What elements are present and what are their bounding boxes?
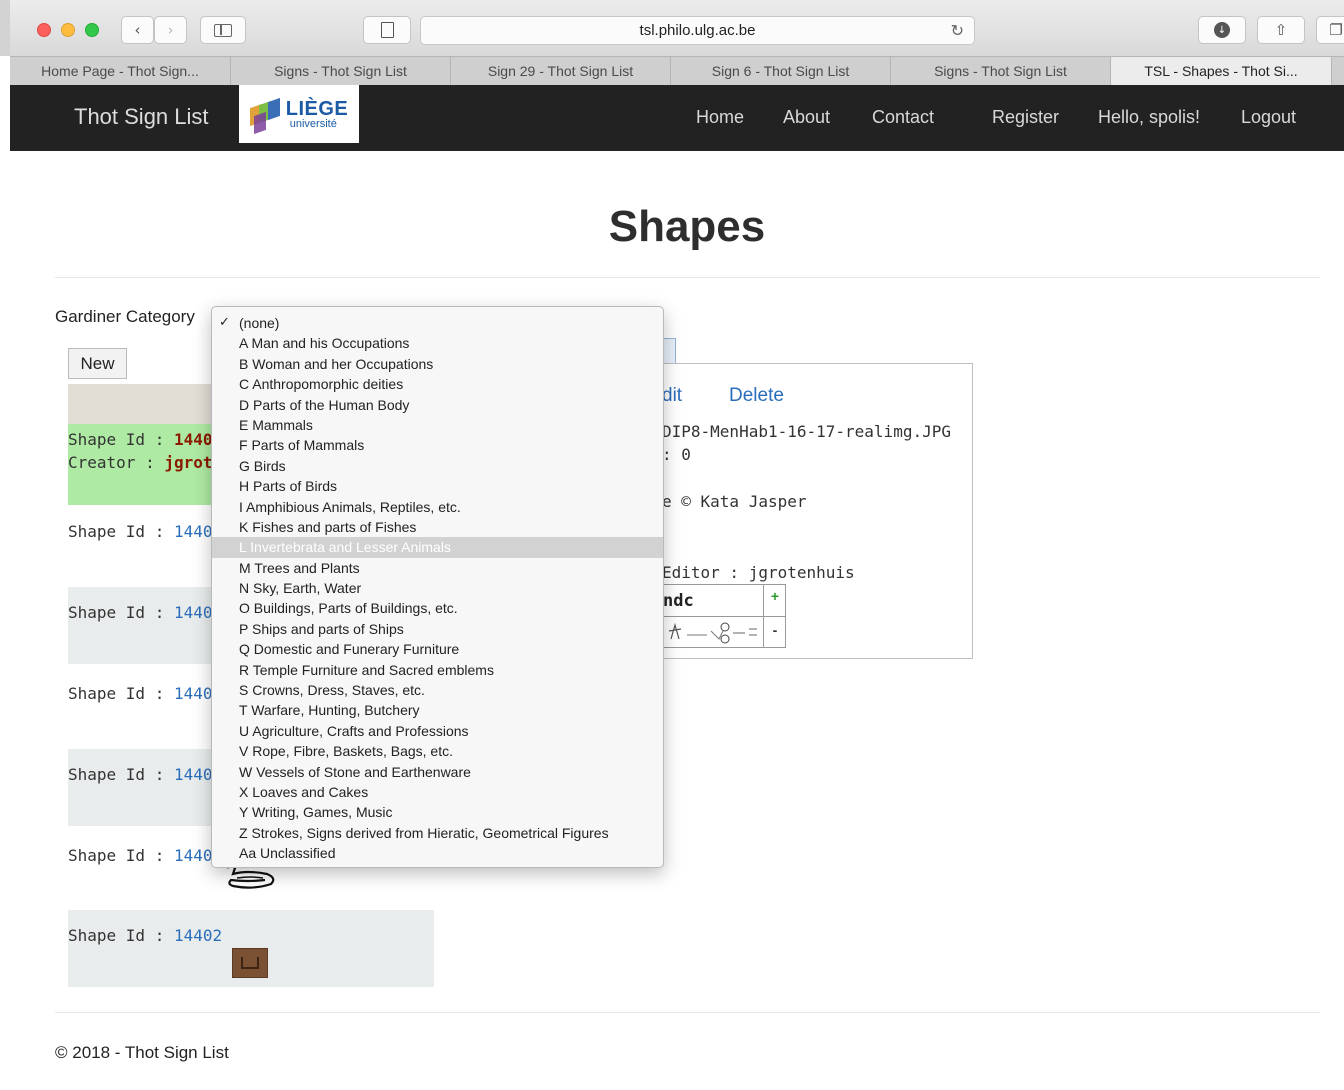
codes-table: ndc + - (662, 584, 786, 648)
dropdown-option[interactable]: U Agriculture, Crafts and Professions (212, 721, 663, 741)
browser-titlebar: ‹ › tsl.philo.ulg.ac.be ↻ ↓ ⇧ ❐ (0, 0, 1344, 56)
tab-signs[interactable]: Signs - Thot Sign List (231, 57, 451, 85)
image-filename: DIP8-MenHab1-16-17-realimg.JPG (662, 422, 951, 441)
code-glyphs (663, 617, 764, 648)
nav-contact[interactable]: Contact (872, 107, 934, 128)
detail-tab[interactable] (662, 338, 676, 364)
tab-signs-2[interactable]: Signs - Thot Sign List (891, 57, 1111, 85)
delete-link[interactable]: Delete (729, 385, 784, 407)
logo-subtitle: université (289, 117, 337, 130)
forward-button[interactable]: › (154, 16, 187, 44)
dropdown-option[interactable]: G Birds (212, 456, 663, 476)
dropdown-option[interactable]: K Fishes and parts of Fishes (212, 517, 663, 537)
dropdown-option[interactable]: E Mammals (212, 415, 663, 435)
nav-greeting[interactable]: Hello, spolis! (1098, 107, 1200, 128)
shape-list-item[interactable]: Shape Id : 14402 (68, 910, 434, 987)
editor-text: Editor : jgrotenhuis (662, 563, 855, 582)
checkmark-icon: ✓ (219, 315, 230, 330)
new-shape-button[interactable]: New (68, 348, 127, 379)
dropdown-option-highlighted[interactable]: L Invertebrata and Lesser Animals (212, 537, 663, 558)
dropdown-option[interactable]: N Sky, Earth, Water (212, 578, 663, 598)
nav-about[interactable]: About (783, 107, 830, 128)
dropdown-option[interactable]: ✓ (none) (212, 313, 663, 333)
dropdown-option[interactable]: Z Strokes, Signs derived from Hieratic, … (212, 823, 663, 843)
codes-table-header: ndc (663, 585, 764, 617)
chevron-right-icon: › (167, 21, 174, 39)
dropdown-option[interactable]: T Warfare, Hunting, Butchery (212, 700, 663, 720)
dropdown-option[interactable]: C Anthropomorphic deities (212, 374, 663, 394)
gardiner-category-dropdown[interactable]: ✓ (none) A Man and his Occupations B Woma… (211, 306, 664, 868)
dropdown-option[interactable]: A Man and his Occupations (212, 333, 663, 353)
tab-bar: Home Page - Thot Sign... Signs - Thot Si… (10, 56, 1344, 85)
tabs-icon: ❐ (1329, 21, 1343, 39)
nav-home[interactable]: Home (696, 107, 744, 128)
gardiner-category-label: Gardiner Category (55, 307, 195, 326)
dropdown-option[interactable]: D Parts of the Human Body (212, 395, 663, 415)
dropdown-option[interactable]: W Vessels of Stone and Earthenware (212, 762, 663, 782)
chevron-left-icon: ‹ (134, 21, 141, 39)
downloads-button[interactable]: ↓ (1198, 16, 1246, 44)
edit-link[interactable]: dit (662, 385, 682, 407)
dropdown-option[interactable]: F Parts of Mammals (212, 435, 663, 455)
detail-value: : 0 (662, 445, 691, 464)
tab-sign-29[interactable]: Sign 29 - Thot Sign List (451, 57, 671, 85)
tabs-overview-button[interactable]: ❐ (1316, 16, 1344, 44)
dropdown-option[interactable]: X Loaves and Cakes (212, 782, 663, 802)
footer-divider (55, 1012, 1320, 1013)
reader-button[interactable] (363, 16, 411, 44)
tab-shapes-active[interactable]: TSL - Shapes - Thot Si... (1111, 57, 1332, 85)
page-icon (380, 22, 394, 38)
dropdown-option[interactable]: B Woman and her Occupations (212, 354, 663, 374)
selected-shape-id: Shape Id : 14408 (68, 430, 223, 449)
dropdown-option[interactable]: Y Writing, Games, Music (212, 802, 663, 822)
nav-register[interactable]: Register (992, 107, 1059, 128)
sidebar-toggle-button[interactable] (200, 16, 246, 44)
hieroglyph-sequence-image (668, 622, 757, 644)
page-title: Shapes (608, 202, 766, 251)
sidebar-icon (214, 23, 232, 37)
logo-title: LIÈGE (285, 97, 349, 120)
minimize-window-button[interactable] (61, 23, 75, 37)
dropdown-option[interactable]: R Temple Furniture and Sacred emblems (212, 660, 663, 680)
share-button[interactable]: ⇧ (1257, 16, 1305, 44)
dropdown-option[interactable]: Aa Unclassified (212, 843, 663, 863)
dropdown-option[interactable]: S Crowns, Dress, Staves, etc. (212, 680, 663, 700)
back-button[interactable]: ‹ (121, 16, 154, 44)
tab-overflow[interactable] (1332, 57, 1344, 85)
tab-sign-6[interactable]: Sign 6 - Thot Sign List (671, 57, 891, 85)
dropdown-option[interactable]: P Ships and parts of Ships (212, 619, 663, 639)
footer-copyright: © 2018 - Thot Sign List (55, 1043, 229, 1062)
dropdown-option[interactable]: O Buildings, Parts of Buildings, etc. (212, 598, 663, 618)
close-window-button[interactable] (37, 23, 51, 37)
dropdown-option[interactable]: I Amphibious Animals, Reptiles, etc. (212, 497, 663, 517)
dropdown-option[interactable]: H Parts of Birds (212, 476, 663, 496)
shape-photo-thumbnail[interactable] (232, 948, 268, 978)
address-bar[interactable]: tsl.philo.ulg.ac.be ↻ (420, 16, 975, 45)
add-code-button[interactable]: + (764, 585, 786, 617)
brand-link[interactable]: Thot Sign List (74, 104, 209, 130)
web-page: Thot Sign List LIÈGE université Home Abo… (10, 85, 1344, 1090)
copyright-text: e © Kata Jasper (662, 492, 807, 511)
download-icon: ↓ (1214, 22, 1230, 38)
url-text: tsl.philo.ulg.ac.be (639, 22, 756, 39)
dropdown-option[interactable]: M Trees and Plants (212, 558, 663, 578)
shape-id-link[interactable]: 14402 (174, 926, 222, 945)
dropdown-option[interactable]: Q Domestic and Funerary Furniture (212, 639, 663, 659)
navbar: Thot Sign List LIÈGE université Home Abo… (10, 85, 1344, 151)
zoom-window-button[interactable] (85, 23, 99, 37)
remove-code-button[interactable]: - (764, 617, 786, 648)
share-icon: ⇧ (1274, 21, 1288, 39)
tab-home-page[interactable]: Home Page - Thot Sign... (10, 57, 231, 85)
nav-logout[interactable]: Logout (1241, 107, 1296, 128)
reload-icon[interactable]: ↻ (951, 21, 964, 40)
liege-logo-icon (249, 97, 282, 135)
liege-logo[interactable]: LIÈGE université (239, 85, 359, 143)
title-divider (55, 277, 1320, 278)
dropdown-option[interactable]: V Rope, Fibre, Baskets, Bags, etc. (212, 741, 663, 761)
